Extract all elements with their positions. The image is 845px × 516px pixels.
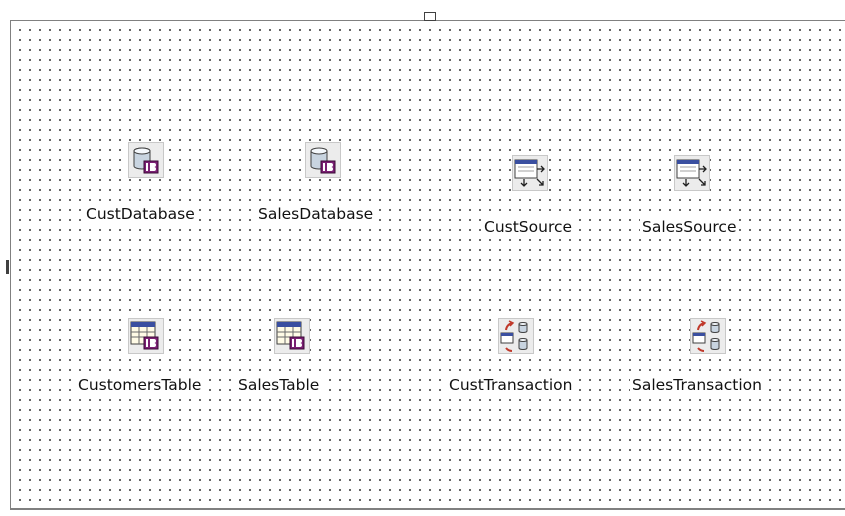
sales-source-label: SalesSource xyxy=(640,216,739,238)
cust-transaction-component-icon[interactable] xyxy=(498,318,534,354)
resize-handle-top[interactable] xyxy=(424,12,436,21)
cust-source-label: CustSource xyxy=(482,216,575,238)
cust-database-component-icon[interactable] xyxy=(128,142,164,178)
cust-transaction-label: CustTransaction xyxy=(447,374,575,396)
sales-transaction-label: SalesTransaction xyxy=(630,374,764,396)
resize-handle-left[interactable] xyxy=(6,260,9,274)
cust-database-label: CustDatabase xyxy=(84,203,197,225)
sales-transaction-component-icon[interactable] xyxy=(690,318,726,354)
sales-source-component-icon[interactable] xyxy=(674,155,710,191)
customers-table-label: CustomersTable xyxy=(76,374,204,396)
sales-table-component-icon[interactable] xyxy=(274,318,310,354)
sales-table-label: SalesTable xyxy=(236,374,322,396)
form-design-surface[interactable] xyxy=(10,20,845,510)
form-designer: CustDatabase SalesDatabase CustSource Sa… xyxy=(0,0,845,516)
cust-source-component-icon[interactable] xyxy=(512,155,548,191)
sales-database-label: SalesDatabase xyxy=(256,203,376,225)
sales-database-component-icon[interactable] xyxy=(305,142,341,178)
customers-table-component-icon[interactable] xyxy=(128,318,164,354)
